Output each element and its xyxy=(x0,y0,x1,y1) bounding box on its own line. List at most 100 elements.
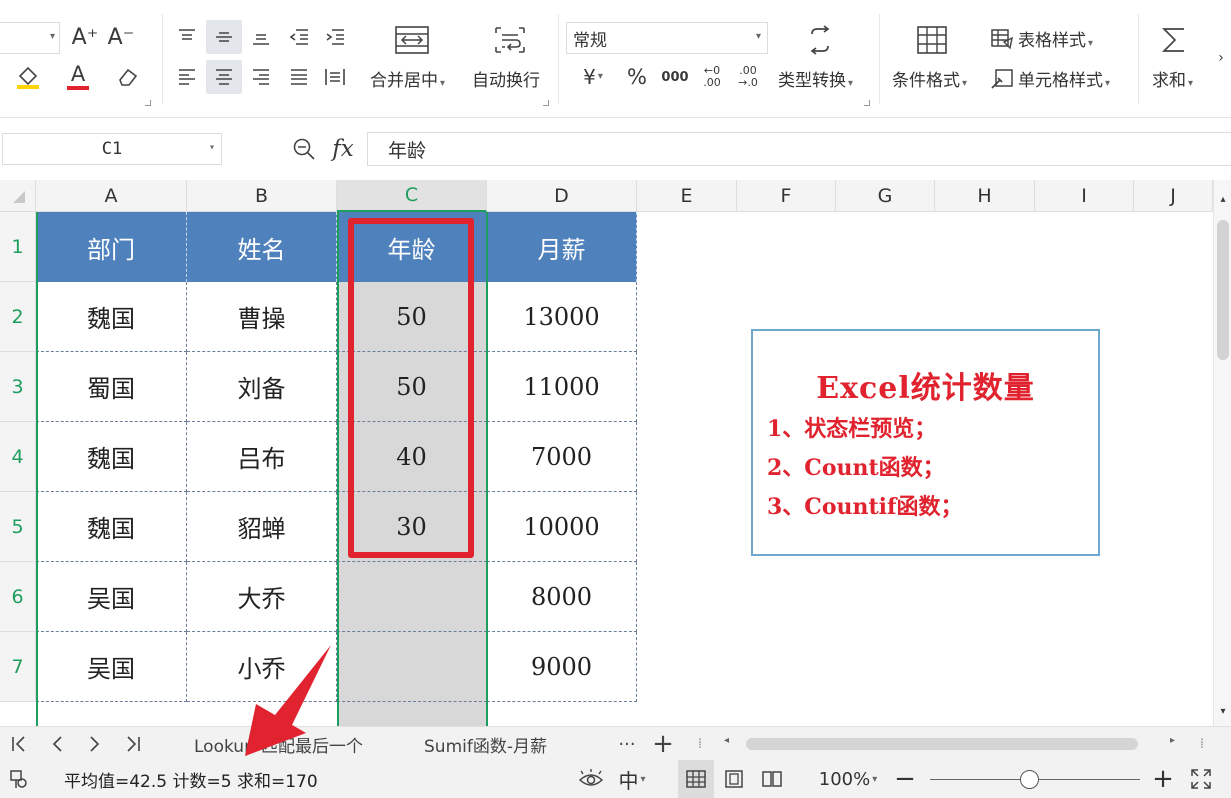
scroll-down-icon[interactable]: ▾ xyxy=(1214,702,1231,722)
vertical-scroll-thumb[interactable] xyxy=(1217,220,1229,360)
last-sheet-icon[interactable] xyxy=(116,727,150,761)
row-header-1[interactable]: 1 xyxy=(0,212,36,282)
number-group-launcher-icon[interactable] xyxy=(864,100,870,106)
sheet-tab[interactable]: Lookup-匹配最后一个 xyxy=(194,727,363,761)
zoom-in-icon[interactable]: + xyxy=(1150,760,1176,798)
table-cell[interactable]: 吕布 xyxy=(187,422,337,492)
thousands-separator-icon[interactable]: 000 xyxy=(658,62,692,92)
table-cell[interactable]: 8000 xyxy=(487,562,637,632)
conditional-format-icon[interactable] xyxy=(910,20,954,60)
row-header-6[interactable]: 6 xyxy=(0,562,36,632)
formula-input[interactable]: 年龄 xyxy=(367,132,1231,166)
increase-indent-icon[interactable] xyxy=(318,20,352,54)
h-splitter-icon[interactable]: ⁞ xyxy=(1192,727,1212,761)
scroll-left-icon[interactable]: ◂ xyxy=(724,735,729,746)
increase-decimal-icon[interactable]: ←0 .00 xyxy=(696,62,728,92)
table-cell[interactable]: 10000 xyxy=(487,492,637,562)
column-header-g[interactable]: G xyxy=(836,180,935,212)
table-cell[interactable]: 貂蝉 xyxy=(187,492,337,562)
font-group-launcher-icon[interactable] xyxy=(145,100,151,106)
sheet-tab[interactable]: Sumif函数-月薪 xyxy=(424,727,547,761)
table-cell[interactable]: 魏国 xyxy=(36,282,187,352)
table-cell[interactable]: 曹操 xyxy=(187,282,337,352)
row-header-4[interactable]: 4 xyxy=(0,422,36,492)
font-grow-icon[interactable]: A⁺ xyxy=(68,22,102,54)
distributed-align-icon[interactable] xyxy=(318,60,352,94)
table-cell[interactable]: 吴国 xyxy=(36,562,187,632)
font-color-icon[interactable]: A xyxy=(58,62,98,92)
zoom-slider-knob[interactable] xyxy=(1020,770,1039,789)
next-sheet-icon[interactable] xyxy=(78,727,112,761)
column-header-b[interactable]: B xyxy=(187,180,337,212)
decrease-decimal-icon[interactable]: .00 →.0 xyxy=(732,62,764,92)
column-header-a[interactable]: A xyxy=(36,180,187,212)
column-header-h[interactable]: H xyxy=(935,180,1035,212)
sum-button[interactable]: 求和 ▾ xyxy=(1152,66,1193,91)
table-cell[interactable]: 魏国 xyxy=(36,422,187,492)
table-cell[interactable] xyxy=(337,562,487,632)
name-box[interactable]: C1 ▾ xyxy=(2,133,222,165)
tab-splitter-icon[interactable]: ⁞ xyxy=(690,727,710,761)
zoom-level-dropdown[interactable]: 100% ▾ xyxy=(810,760,886,798)
table-cell[interactable]: 11000 xyxy=(487,352,637,422)
input-mode-button[interactable]: 中 ▾ xyxy=(610,760,654,798)
column-header-e[interactable]: E xyxy=(637,180,737,212)
merge-center-icon[interactable] xyxy=(390,20,434,60)
scroll-right-icon[interactable]: ▸ xyxy=(1170,735,1175,746)
table-header-cell[interactable]: 部门 xyxy=(36,212,187,282)
more-sheets-icon[interactable]: ··· xyxy=(610,727,644,761)
align-right-icon[interactable] xyxy=(244,60,278,94)
prev-sheet-icon[interactable] xyxy=(40,727,74,761)
decrease-indent-icon[interactable] xyxy=(282,20,316,54)
reading-view-icon[interactable] xyxy=(754,760,790,798)
table-header-cell[interactable]: 姓名 xyxy=(187,212,337,282)
percent-icon[interactable]: % xyxy=(620,62,654,92)
name-box-dropdown-icon[interactable]: ▾ xyxy=(209,142,215,153)
row-header-3[interactable]: 3 xyxy=(0,352,36,422)
note-textbox[interactable]: Excel统计数量 1、状态栏预览； 2、Count函数； 3、Countif函… xyxy=(751,329,1100,556)
table-cell[interactable]: 刘备 xyxy=(187,352,337,422)
number-format-select[interactable]: 常规 ▾ xyxy=(566,22,768,54)
table-cell[interactable]: 13000 xyxy=(487,282,637,352)
wrap-text-button[interactable]: 自动换行 xyxy=(472,66,540,91)
vertical-scrollbar[interactable]: ▴ ▾ xyxy=(1213,180,1231,726)
zoom-out-icon[interactable]: − xyxy=(892,760,918,798)
clear-format-icon[interactable] xyxy=(108,62,148,92)
column-header-c[interactable]: C xyxy=(337,180,487,212)
merge-center-button[interactable]: 合并居中 ▾ xyxy=(370,66,445,91)
align-group-launcher-icon[interactable] xyxy=(543,100,549,106)
align-center-icon[interactable] xyxy=(206,60,242,94)
table-style-button[interactable]: 表格样式 ▾ xyxy=(990,26,1093,55)
add-sheet-icon[interactable]: + xyxy=(646,727,680,761)
type-convert-button[interactable]: 类型转换 ▾ xyxy=(778,66,853,91)
horizontal-scrollbar[interactable]: ◂ ▸ xyxy=(720,733,1190,755)
sum-icon[interactable] xyxy=(1152,20,1196,60)
eye-protection-icon[interactable] xyxy=(574,760,608,798)
table-cell[interactable]: 9000 xyxy=(487,632,637,702)
table-cell[interactable]: 大乔 xyxy=(187,562,337,632)
type-convert-icon[interactable] xyxy=(800,20,840,60)
column-header-f[interactable]: F xyxy=(737,180,836,212)
column-header-i[interactable]: I xyxy=(1035,180,1134,212)
select-all-corner[interactable] xyxy=(0,180,36,212)
column-header-j[interactable]: J xyxy=(1134,180,1213,212)
align-left-icon[interactable] xyxy=(170,60,204,94)
scroll-up-icon[interactable]: ▴ xyxy=(1214,190,1231,210)
row-header-7[interactable]: 7 xyxy=(0,632,36,702)
justify-icon[interactable] xyxy=(282,60,316,94)
table-cell[interactable]: 魏国 xyxy=(36,492,187,562)
table-header-cell[interactable]: 月薪 xyxy=(487,212,637,282)
conditional-format-button[interactable]: 条件格式 ▾ xyxy=(892,66,967,91)
table-cell[interactable] xyxy=(337,632,487,702)
table-cell[interactable]: 蜀国 xyxy=(36,352,187,422)
row-header-5[interactable]: 5 xyxy=(0,492,36,562)
table-cell[interactable]: 吴国 xyxy=(36,632,187,702)
column-header-d[interactable]: D xyxy=(487,180,637,212)
align-bottom-icon[interactable] xyxy=(244,20,278,54)
wrap-text-icon[interactable] xyxy=(488,20,532,60)
first-sheet-icon[interactable] xyxy=(2,727,36,761)
fill-color-icon[interactable] xyxy=(8,62,48,92)
currency-icon[interactable]: ¥ ▾ xyxy=(572,62,614,92)
table-cell[interactable]: 7000 xyxy=(487,422,637,492)
normal-view-icon[interactable] xyxy=(678,760,714,798)
